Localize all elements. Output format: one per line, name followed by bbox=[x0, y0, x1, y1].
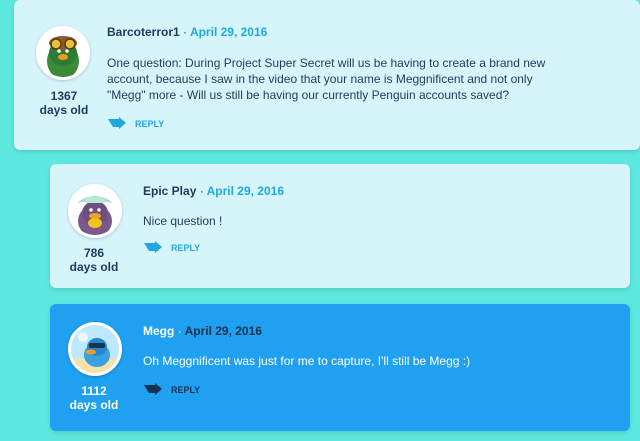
meta-separator: · bbox=[183, 25, 188, 39]
penguin-beach-avatar-icon bbox=[71, 325, 119, 373]
meta-separator: · bbox=[177, 324, 182, 338]
account-age: 1112 days old bbox=[54, 384, 134, 412]
reply-label: REPLY bbox=[135, 119, 165, 129]
account-age: 786 days old bbox=[54, 246, 134, 274]
penguin-hat-avatar-icon bbox=[71, 187, 119, 235]
account-age-label: days old bbox=[39, 103, 89, 117]
meta-separator: · bbox=[199, 184, 204, 198]
user-avatar[interactable] bbox=[68, 322, 122, 376]
comment-date[interactable]: April 29, 2016 bbox=[185, 324, 262, 338]
comment-meta: Megg · April 29, 2016 bbox=[143, 324, 262, 338]
reply-arrow-icon bbox=[108, 117, 126, 129]
user-avatar[interactable] bbox=[68, 184, 122, 238]
reply-arrow-icon bbox=[144, 241, 162, 253]
account-age-label: days old bbox=[69, 398, 119, 412]
comment-date[interactable]: April 29, 2016 bbox=[190, 25, 267, 39]
comment-card: 786 days old Epic Play · April 29, 2016 … bbox=[50, 164, 630, 288]
comment-date[interactable]: April 29, 2016 bbox=[207, 184, 284, 198]
reply-button[interactable]: REPLY bbox=[143, 241, 200, 255]
reply-label: REPLY bbox=[171, 243, 201, 253]
account-age: 1367 days old bbox=[24, 89, 104, 117]
comment-card: 1367 days old Barcoterror1 · April 29, 2… bbox=[14, 0, 640, 150]
account-age-number: 786 bbox=[83, 246, 105, 260]
user-avatar[interactable] bbox=[36, 26, 90, 80]
comment-card-highlighted: 1112 days old Megg · April 29, 2016 Oh M… bbox=[50, 304, 630, 431]
reply-arrow-icon bbox=[144, 383, 162, 395]
comment-author[interactable]: Megg bbox=[143, 324, 174, 338]
comment-text: Nice question ! bbox=[143, 214, 223, 228]
account-age-label: days old bbox=[69, 260, 119, 274]
reply-button[interactable]: REPLY bbox=[107, 117, 164, 131]
reply-label: REPLY bbox=[171, 385, 201, 395]
penguin-aviator-avatar-icon bbox=[39, 29, 87, 77]
comment-author[interactable]: Barcoterror1 bbox=[107, 25, 180, 39]
reply-button[interactable]: REPLY bbox=[143, 383, 200, 397]
account-age-number: 1112 bbox=[81, 384, 107, 398]
account-age-number: 1367 bbox=[50, 89, 78, 103]
comment-meta: Epic Play · April 29, 2016 bbox=[143, 184, 284, 198]
comment-meta: Barcoterror1 · April 29, 2016 bbox=[107, 25, 267, 39]
comment-author[interactable]: Epic Play bbox=[143, 184, 196, 198]
comment-text: Oh Meggnificent was just for me to captu… bbox=[143, 354, 471, 368]
comment-text: One question: During Project Super Secre… bbox=[107, 56, 546, 102]
